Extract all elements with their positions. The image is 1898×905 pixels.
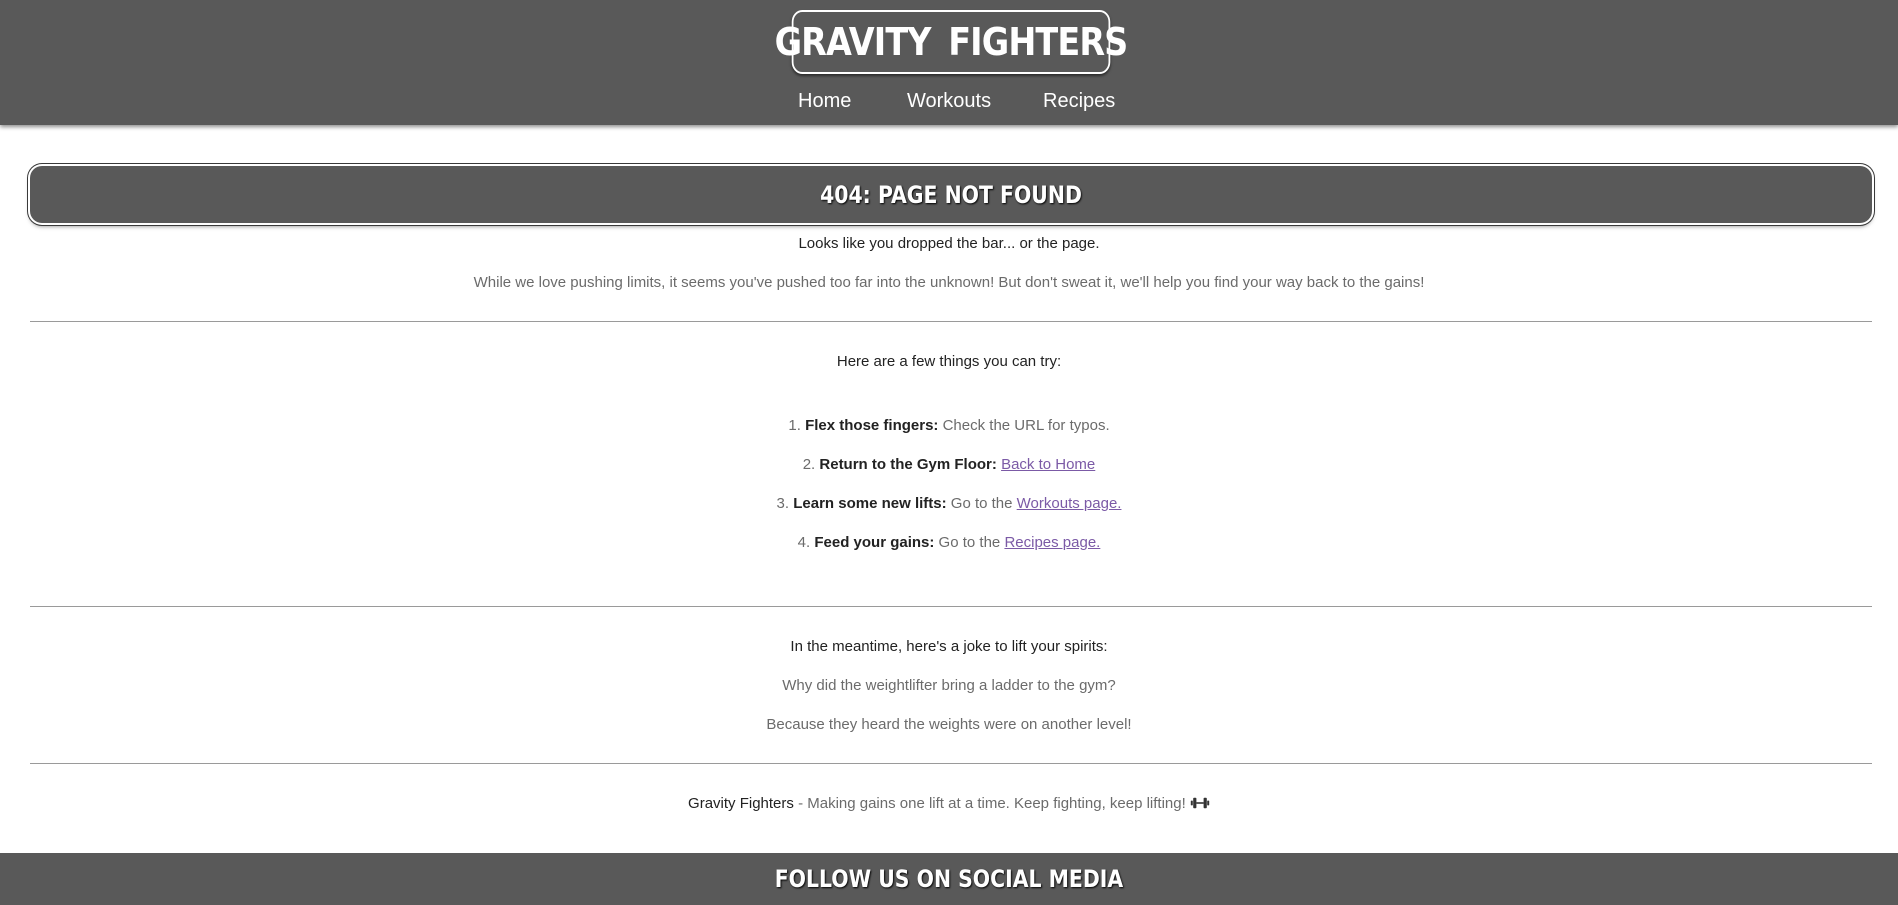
- back-to-home-link[interactable]: Back to Home: [1001, 456, 1095, 473]
- error-banner: 404: PAGE NOT FOUND: [30, 166, 1872, 223]
- joke-heading: In the meantime, here's a joke to lift y…: [790, 638, 1108, 655]
- divider: [30, 763, 1872, 764]
- nav-recipes[interactable]: Recipes: [1043, 88, 1115, 114]
- recipes-page-link[interactable]: Recipes page.: [1004, 534, 1100, 551]
- tip-text: Go to the: [938, 534, 1001, 551]
- tip-item-1: 1. Flex those fingers: Check the URL for…: [0, 416, 1898, 436]
- divider: [30, 321, 1872, 322]
- tip-text: Check the URL for typos.: [942, 417, 1110, 434]
- social-footer: FOLLOW US ON SOCIAL MEDIA: [0, 853, 1898, 905]
- tip-text: Go to the: [950, 495, 1013, 512]
- site-header: GRAVITY FIGHTERS Home Workouts Recipes: [0, 0, 1898, 125]
- tagline-brand: Gravity Fighters: [688, 795, 794, 812]
- joke-question: Why did the weightlifter bring a ladder …: [782, 677, 1116, 694]
- error-subtitle: Looks like you dropped the bar... or the…: [798, 235, 1100, 252]
- tip-number: 3.: [776, 495, 790, 512]
- tip-item-4: 4. Feed your gains: Go to the Recipes pa…: [0, 533, 1898, 553]
- tip-label: Learn some new lifts:: [793, 495, 947, 512]
- site-logo[interactable]: GRAVITY FIGHTERS: [775, 10, 1128, 74]
- tips-heading: Here are a few things you can try:: [836, 353, 1062, 370]
- joke-answer: Because they heard the weights were on a…: [766, 716, 1132, 733]
- tip-number: 4.: [797, 534, 811, 551]
- dumbbell-icon: [1190, 797, 1210, 809]
- divider: [30, 606, 1872, 607]
- tip-number: 2.: [802, 456, 816, 473]
- tagline-text: - Making gains one lift at a time. Keep …: [798, 795, 1186, 812]
- tip-item-2: 2. Return to the Gym Floor: Back to Home: [0, 455, 1898, 475]
- logo-text-right: FIGHTERS: [948, 20, 1128, 64]
- error-title: 404: PAGE NOT FOUND: [820, 180, 1082, 209]
- tip-label: Return to the Gym Floor:: [819, 456, 997, 473]
- error-message: While we love pushing limits, it seems y…: [473, 274, 1425, 291]
- tip-item-3: 3. Learn some new lifts: Go to the Worko…: [0, 494, 1898, 514]
- tagline: Gravity Fighters - Making gains one lift…: [0, 794, 1898, 814]
- tip-number: 1.: [788, 417, 801, 434]
- workouts-page-link[interactable]: Workouts page.: [1017, 495, 1122, 512]
- social-heading: FOLLOW US ON SOCIAL MEDIA: [774, 865, 1124, 893]
- nav-home[interactable]: Home: [798, 88, 851, 114]
- main-nav: Home Workouts Recipes: [0, 88, 1898, 116]
- nav-workouts[interactable]: Workouts: [907, 88, 991, 114]
- logo-text-left: GRAVITY: [774, 20, 932, 64]
- tip-label: Flex those fingers:: [805, 417, 939, 434]
- tip-label: Feed your gains:: [814, 534, 935, 551]
